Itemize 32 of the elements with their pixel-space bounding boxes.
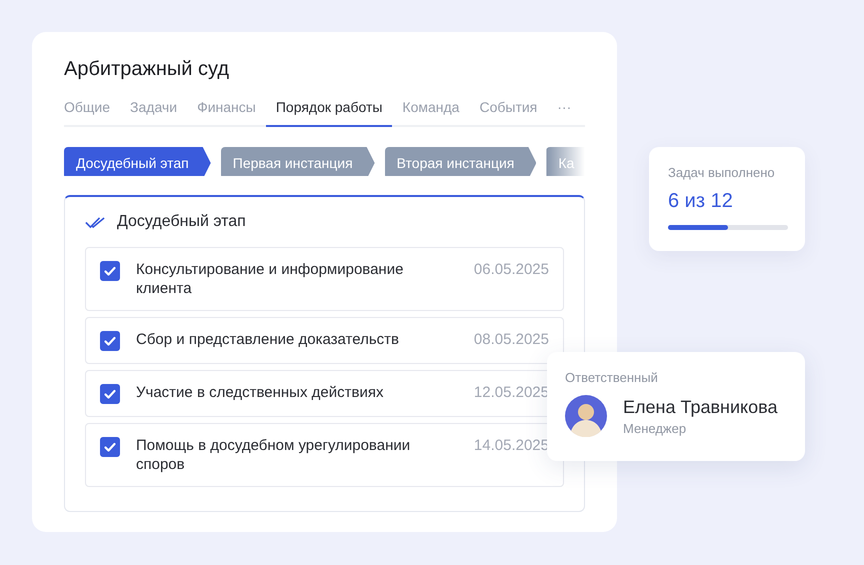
page-title: Арбитражный суд	[64, 58, 230, 81]
double-check-icon	[85, 216, 105, 228]
checkbox[interactable]	[100, 331, 120, 351]
progress-label: Задач выполнено	[668, 165, 776, 180]
tab[interactable]: События	[469, 95, 548, 127]
avatar	[565, 395, 607, 437]
task-date: 08.05.2025	[474, 330, 549, 349]
task-text: Сбор и представление доказательств	[136, 330, 400, 349]
task-date: 14.05.2025	[474, 436, 549, 455]
tab[interactable]: Общие	[64, 95, 120, 127]
tab[interactable]: Финансы	[187, 95, 266, 127]
checkbox[interactable]	[100, 261, 120, 281]
tab[interactable]: Команда	[392, 95, 470, 127]
tab[interactable]: Задачи	[120, 95, 188, 127]
task-text: Консультирование и информирование клиента	[136, 260, 404, 298]
task-text: Участие в следственных действиях	[136, 383, 384, 402]
stage-step[interactable]: Вторая инстанция	[384, 147, 536, 176]
task-date: 12.05.2025	[474, 383, 549, 402]
stage-step[interactable]: Первая инстанция	[220, 147, 375, 176]
checkbox[interactable]	[100, 384, 120, 404]
responsible-label: Ответственный	[565, 370, 659, 385]
person-name: Елена Травникова	[623, 396, 778, 418]
task-date: 06.05.2025	[474, 260, 549, 279]
person-role: Менеджер	[623, 420, 688, 436]
stage-step[interactable]: Досудебный этап	[64, 147, 211, 176]
tab[interactable]: Порядок работы	[266, 95, 392, 127]
tab[interactable]: ···	[547, 95, 582, 127]
progress-value: 6 из 12	[668, 190, 734, 213]
checkbox[interactable]	[100, 437, 120, 457]
task-text: Помощь в досудебном урегулировании споров	[136, 436, 412, 474]
section-title: Досудебный этап	[117, 213, 246, 231]
stage-step[interactable]: Ка	[546, 147, 585, 176]
